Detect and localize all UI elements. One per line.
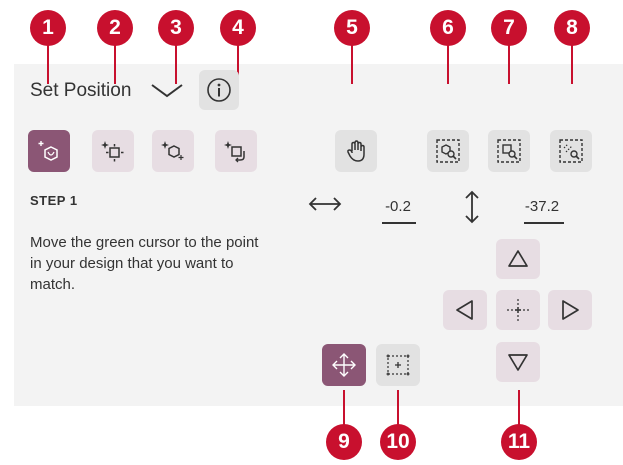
center-button[interactable] bbox=[496, 290, 540, 330]
vertical-arrow-icon bbox=[462, 190, 482, 224]
x-position-value[interactable]: -0.2 bbox=[380, 198, 416, 215]
step-label: STEP 1 bbox=[30, 193, 78, 208]
move-sparkle-square-icon bbox=[101, 141, 124, 162]
callout-5: 5 bbox=[334, 10, 370, 84]
move-tool-button[interactable] bbox=[92, 130, 134, 172]
callout-10: 10 bbox=[380, 390, 416, 460]
callout-4: 4 bbox=[220, 10, 256, 84]
move-left-button[interactable] bbox=[443, 290, 487, 330]
step-description: Move the green cursor to the point in yo… bbox=[30, 234, 259, 293]
hand-icon bbox=[347, 140, 365, 162]
set-position-tool-button[interactable] bbox=[28, 130, 70, 172]
callout-2: 2 bbox=[97, 10, 133, 84]
corner-position-button[interactable] bbox=[376, 344, 420, 386]
zoom-to-point-icon bbox=[559, 139, 583, 163]
zoom-to-design-button[interactable] bbox=[427, 130, 469, 172]
move-mode-button[interactable] bbox=[322, 344, 366, 386]
move-down-button[interactable] bbox=[496, 342, 540, 382]
match-point-tool-button[interactable] bbox=[152, 130, 194, 172]
triangle-down-icon bbox=[508, 354, 528, 371]
move-up-button[interactable] bbox=[496, 239, 540, 279]
set-position-sparkle-shape-icon bbox=[38, 141, 58, 161]
collapse-chevron-icon[interactable] bbox=[150, 80, 184, 102]
triangle-up-icon bbox=[508, 250, 528, 267]
callout-11: 11 bbox=[501, 390, 537, 460]
callout-8: 8 bbox=[554, 10, 590, 84]
panel-title: Set Position bbox=[30, 80, 132, 101]
triangle-left-icon bbox=[456, 300, 473, 320]
match-point-sparkle-icon bbox=[161, 141, 184, 160]
rotate-sparkle-square-icon bbox=[224, 141, 245, 163]
info-button[interactable] bbox=[199, 70, 239, 110]
move-right-button[interactable] bbox=[548, 290, 592, 330]
four-way-move-icon bbox=[332, 353, 356, 377]
zoom-to-shape-icon bbox=[436, 139, 460, 163]
corner-points-icon bbox=[386, 354, 410, 376]
callout-3: 3 bbox=[158, 10, 194, 84]
y-position-value[interactable]: -37.2 bbox=[522, 198, 562, 215]
zoom-to-point-button[interactable] bbox=[550, 130, 592, 172]
callout-9: 9 bbox=[326, 390, 362, 460]
zoom-to-hoop-button[interactable] bbox=[488, 130, 530, 172]
rotate-tool-button[interactable] bbox=[215, 130, 257, 172]
y-value-underline bbox=[524, 222, 564, 224]
pan-button[interactable] bbox=[335, 130, 377, 172]
x-value-underline bbox=[382, 222, 416, 224]
callout-6: 6 bbox=[430, 10, 466, 84]
callout-1: 1 bbox=[30, 10, 66, 84]
info-icon bbox=[207, 78, 231, 102]
triangle-right-icon bbox=[562, 300, 579, 320]
callout-7: 7 bbox=[491, 10, 527, 84]
center-crosshair-icon bbox=[507, 299, 529, 321]
horizontal-arrow-icon bbox=[308, 194, 342, 214]
zoom-to-square-icon bbox=[497, 139, 521, 163]
